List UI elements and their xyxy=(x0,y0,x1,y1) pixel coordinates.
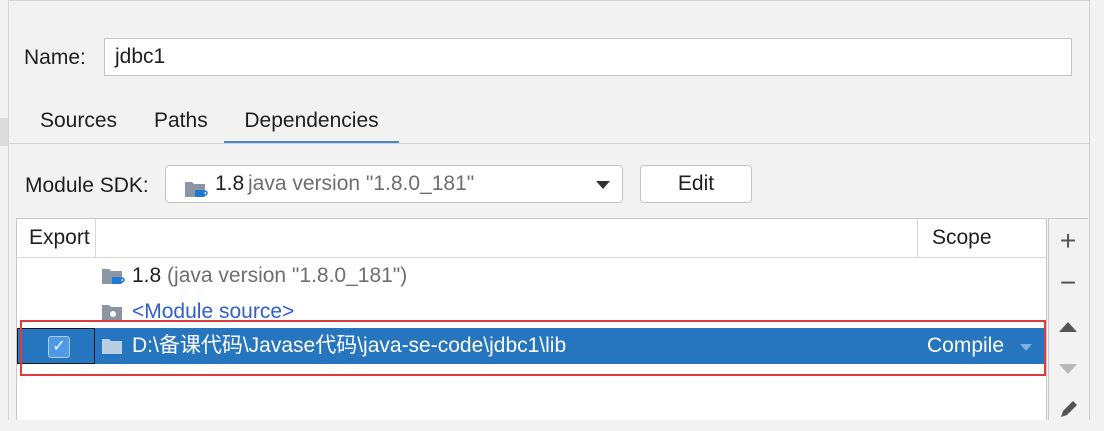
tab-paths[interactable]: Paths xyxy=(154,104,208,144)
name-input[interactable]: jdbc1 xyxy=(104,38,1072,76)
column-header-scope[interactable]: Scope xyxy=(932,219,992,257)
pencil-icon xyxy=(1057,401,1079,425)
edit-button[interactable]: Edit xyxy=(640,165,752,203)
arrow-up-icon xyxy=(1059,322,1077,332)
name-label: Name: xyxy=(24,46,86,69)
module-sdk-label: Module SDK: xyxy=(25,174,149,197)
tab-divider xyxy=(8,143,1090,144)
column-separator xyxy=(917,219,918,257)
left-strip xyxy=(0,118,8,146)
right-scroll-edge xyxy=(1089,0,1104,420)
left-gutter xyxy=(0,0,9,420)
table-row[interactable]: 1.8 (java version "1.8.0_181") xyxy=(17,258,1046,294)
move-up-button[interactable] xyxy=(1049,307,1087,347)
dependencies-table: Export Scope 1.8 (java version "1.8.0_18… xyxy=(16,218,1047,420)
column-separator xyxy=(95,219,96,257)
table-header: Export Scope xyxy=(17,219,1046,258)
row-sublabel: (java version "1.8.0_181") xyxy=(167,264,408,287)
add-button[interactable]: + xyxy=(1049,221,1087,261)
jdk-folder-icon xyxy=(184,175,208,211)
chevron-down-icon xyxy=(596,181,610,189)
edit-dependency-button[interactable] xyxy=(1049,391,1087,431)
move-down-button[interactable] xyxy=(1049,349,1087,389)
top-divider xyxy=(8,0,1090,1)
tab-sources[interactable]: Sources xyxy=(40,104,117,144)
dependency-toolbar: + − xyxy=(1048,218,1088,420)
sdk-description: java version "1.8.0_181" xyxy=(248,172,475,195)
module-sdk-dropdown[interactable]: 1.8 java version "1.8.0_181" xyxy=(165,165,623,203)
row-label: 1.8 xyxy=(132,264,162,287)
highlight-box xyxy=(20,320,1046,376)
arrow-down-icon xyxy=(1059,364,1077,374)
sdk-version: 1.8 xyxy=(215,172,245,195)
column-header-export[interactable]: Export xyxy=(29,219,90,257)
tab-dependencies[interactable]: Dependencies xyxy=(224,104,399,144)
remove-button[interactable]: − xyxy=(1049,263,1087,303)
jdk-folder-icon xyxy=(101,266,125,291)
